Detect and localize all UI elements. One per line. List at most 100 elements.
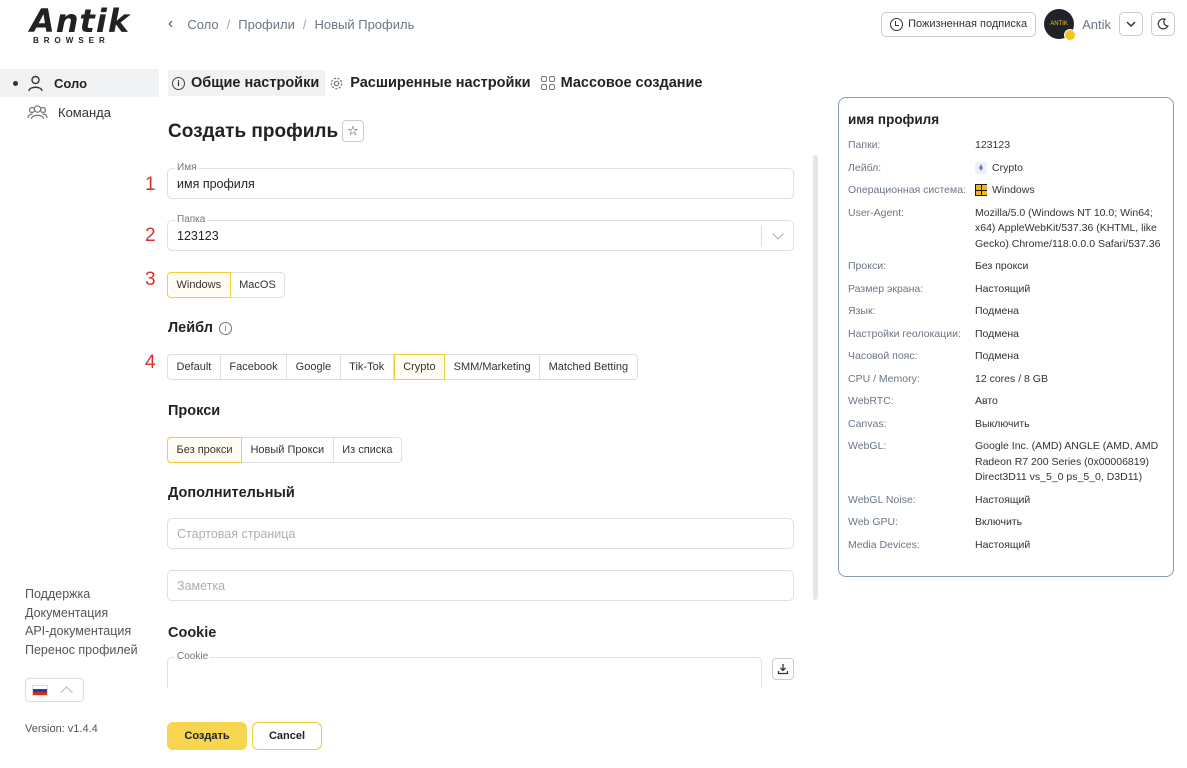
info-icon[interactable]: i: [218, 321, 232, 335]
summary-key: Папки:: [848, 139, 881, 151]
breadcrumb-item-new-profile: Новый Профиль: [314, 16, 415, 32]
step-marker-3: 3: [145, 269, 156, 290]
summary-value: Подмена: [975, 327, 1019, 340]
summary-title: имя профиля: [848, 112, 940, 127]
summary-row-user-agent: User-Agent: Mozilla/5.0 (Windows NT 10.0;…: [848, 206, 1164, 253]
tab-label: Расширенные настройки: [350, 75, 531, 91]
summary-row-cpu-memory: CPU / Memory: 12 cores / 8 GB: [848, 372, 1164, 388]
breadcrumb-separator: /: [226, 16, 231, 32]
sidebar-item-solo[interactable]: Соло: [0, 69, 159, 97]
tab-label: Массовое создание: [560, 75, 703, 91]
summary-key: Canvas:: [848, 417, 887, 430]
cookie-textarea[interactable]: Cookie: [167, 651, 762, 688]
breadcrumb-item-solo[interactable]: Соло: [187, 17, 218, 32]
label-option-google[interactable]: Google: [287, 354, 341, 380]
summary-value: Без прокси: [975, 260, 1029, 272]
documentation-link[interactable]: Документация: [25, 604, 138, 623]
cancel-button[interactable]: Cancel: [252, 722, 322, 750]
note-input[interactable]: Заметка: [167, 570, 794, 601]
label-option-facebook[interactable]: Facebook: [220, 354, 288, 380]
settings-tabs: i Общие настройки Расширенные настройки …: [168, 70, 709, 96]
app-version: Version: v1.4.4: [25, 723, 98, 735]
avatar[interactable]: ANTIK: [1044, 9, 1077, 41]
summary-value: Авто: [975, 395, 998, 407]
profile-transfer-link[interactable]: Перенос профилей: [25, 641, 138, 660]
summary-row-geolocation: Настройки геолокации: Подмена: [848, 327, 1164, 343]
star-icon: ☆: [347, 123, 359, 138]
support-link[interactable]: Поддержка: [25, 585, 138, 604]
user-icon: [28, 75, 43, 91]
summary-row-proxy: Прокси: Без прокси: [848, 259, 1164, 275]
summary-key: Настройки геолокации:: [848, 327, 961, 340]
profile-summary-card: имя профиля Папки: 123123 Лейбл: Crypto Оп…: [838, 97, 1174, 577]
back-chevron-icon[interactable]: ‹: [168, 15, 173, 33]
proxy-option-none[interactable]: Без прокси: [167, 437, 242, 463]
label-option-smm-marketing[interactable]: SMM/Marketing: [445, 354, 541, 380]
clock-icon: [890, 17, 904, 31]
step-marker-4: 4: [145, 352, 156, 373]
summary-row-canvas: Canvas: Выключить: [848, 417, 1164, 433]
os-option-windows[interactable]: Windows: [167, 272, 231, 298]
summary-key: Лейбл:: [848, 161, 882, 174]
summary-value: Настоящий: [975, 493, 1031, 506]
label-option-tiktok[interactable]: Tik-Tok: [340, 354, 394, 380]
breadcrumb-separator: /: [302, 16, 307, 32]
summary-value: Настоящий: [975, 282, 1031, 295]
form-scrollbar[interactable]: [813, 155, 818, 600]
summary-value: 12 cores / 8 GB: [975, 372, 1048, 385]
summary-row-web-gpu: Web GPU: Включить: [848, 515, 1164, 531]
active-dot: [13, 80, 18, 86]
chevron-down-icon[interactable]: [772, 228, 784, 240]
grid-icon: [540, 76, 555, 90]
chevron-up-icon: [60, 685, 73, 699]
create-button[interactable]: Создать: [167, 722, 247, 750]
language-selector[interactable]: [25, 678, 84, 702]
proxy-option-from-list[interactable]: Из списка: [333, 437, 402, 463]
summary-row-label: Лейбл: Crypto: [848, 161, 1164, 177]
page-title: Создать профиль: [168, 121, 339, 142]
summary-key: Операционная система:: [848, 184, 967, 196]
subscription-button[interactable]: Пожизненная подписка: [881, 11, 1037, 37]
tab-bulk-creation[interactable]: Массовое создание: [537, 70, 709, 96]
summary-row-folders: Папки: 123123: [848, 138, 1164, 154]
proxy-option-new[interactable]: Новый Прокси: [241, 437, 334, 463]
extra-section-heading: Дополнительный: [168, 485, 295, 501]
user-menu-button[interactable]: [1119, 12, 1143, 36]
api-docs-link[interactable]: API-документация: [25, 622, 138, 641]
tab-general-settings[interactable]: i Общие настройки: [168, 70, 326, 96]
summary-value: Подмена: [975, 305, 1019, 317]
team-icon: [27, 104, 48, 119]
step-marker-1: 1: [145, 174, 156, 195]
sidebar-item-label: Команда: [58, 104, 111, 120]
label-option-default[interactable]: Default: [167, 354, 221, 380]
step-marker-2: 2: [145, 225, 156, 246]
name-field[interactable]: Имя имя профиля: [167, 162, 794, 199]
proxy-selector: Без прокси Новый Прокси Из списка: [167, 437, 402, 463]
os-option-macos[interactable]: MacOS: [230, 272, 286, 298]
label-option-crypto[interactable]: Crypto: [393, 354, 446, 380]
subscription-label: Пожизненная подписка: [908, 18, 1028, 30]
folder-select[interactable]: Папка 123123: [167, 214, 794, 251]
cookie-field-label: Cookie: [175, 651, 211, 662]
os-selector: Windows MacOS: [167, 272, 286, 298]
favorite-button[interactable]: ☆: [342, 120, 364, 142]
tab-advanced-settings[interactable]: Расширенные настройки: [325, 70, 536, 96]
ru-flag-icon: [32, 684, 48, 696]
summary-key: Media Devices:: [848, 538, 920, 551]
note-placeholder: Заметка: [177, 579, 226, 593]
breadcrumb-item-profiles[interactable]: Профили: [238, 17, 295, 32]
start-page-input[interactable]: Стартовая страница: [167, 518, 794, 549]
user-name[interactable]: Antik: [1082, 17, 1111, 32]
label-selector: Default Facebook Google Tik-Tok Crypto S…: [167, 354, 638, 380]
summary-key: Размер экрана:: [848, 282, 924, 295]
tab-label: Общие настройки: [191, 75, 320, 91]
proxy-section-heading: Прокси: [168, 403, 221, 419]
summary-value: Выключить: [975, 417, 1030, 430]
import-cookie-button[interactable]: [772, 658, 794, 680]
theme-toggle-button[interactable]: [1151, 12, 1175, 36]
summary-key: CPU / Memory:: [848, 372, 920, 385]
label-option-matched-betting[interactable]: Matched Betting: [540, 354, 638, 380]
select-divider: [761, 226, 762, 246]
breadcrumb: ‹ Соло / Профили / Новый Профиль: [168, 15, 414, 33]
sidebar-item-team[interactable]: Команда: [0, 98, 159, 126]
